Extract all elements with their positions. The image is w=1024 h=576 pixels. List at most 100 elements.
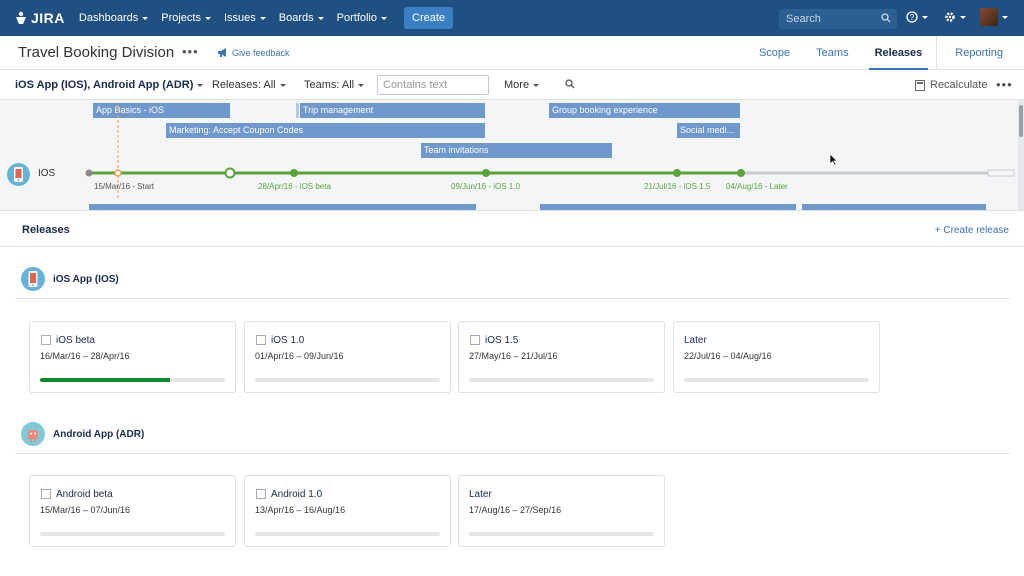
- scrollbar-thumb[interactable]: [1019, 105, 1023, 137]
- give-feedback-link[interactable]: Give feedback: [217, 47, 290, 58]
- milestone-label-start: 15/Mar/16 - Start: [94, 182, 155, 191]
- chevron-down-icon: [142, 16, 149, 20]
- jira-logo-icon: [16, 11, 26, 24]
- release-progress-bar: [469, 532, 654, 536]
- user-avatar: [980, 8, 998, 26]
- more-actions-icon[interactable]: •••: [182, 44, 199, 59]
- tab-divider: [936, 36, 938, 70]
- tab-teams[interactable]: Teams: [816, 36, 848, 70]
- timeline-bar-partial[interactable]: [802, 204, 986, 210]
- more-filter-label: More: [504, 79, 530, 91]
- project-header-android: Android App (ADR): [15, 418, 1010, 454]
- calculator-icon: [915, 79, 925, 91]
- milestone-label-ios-1-5: 21/Jul/16 - iOS 1.5: [644, 182, 711, 191]
- milestone-dot: [290, 169, 298, 177]
- project-name: iOS App (IOS): [53, 274, 119, 285]
- create-button[interactable]: Create: [404, 7, 454, 29]
- gear-icon: [945, 12, 955, 22]
- release-progress-bar: [255, 378, 440, 382]
- release-dates: 17/Aug/16 – 27/Sep/16: [469, 505, 562, 515]
- filter-search-button[interactable]: [565, 79, 575, 89]
- nav-portfolio[interactable]: Portfolio: [337, 7, 387, 29]
- jira-logo-text: JIRA: [31, 10, 65, 26]
- timeline-scrollbar[interactable]: [1018, 100, 1024, 210]
- release-progress-bar: [255, 532, 440, 536]
- releases-title: Releases: [22, 224, 70, 236]
- more-filter[interactable]: More: [504, 79, 540, 91]
- release-progress-bar: [684, 378, 869, 382]
- project-filter[interactable]: iOS App (IOS), Android App (ADR): [15, 79, 204, 91]
- milestone-label-ios-1-0: 09/Jun/16 - iOS 1.0: [451, 182, 520, 191]
- release-card[interactable]: iOS 1.0 01/Apr/16 – 09/Jun/16: [244, 321, 451, 393]
- help-menu[interactable]: ?: [906, 11, 928, 23]
- release-timeline: App Basics - iOS Trip management Group b…: [0, 100, 1024, 211]
- release-card[interactable]: iOS beta 16/Mar/16 – 28/Apr/16: [29, 321, 236, 393]
- release-name: Later: [469, 489, 492, 500]
- create-release-link[interactable]: + Create release: [935, 225, 1009, 236]
- releases-filter[interactable]: Releases: All: [212, 79, 286, 91]
- nav-issues[interactable]: Issues: [224, 7, 266, 29]
- tab-releases[interactable]: Releases: [868, 36, 929, 70]
- chevron-down-icon: [1002, 15, 1008, 19]
- timeline-bar-partial[interactable]: [540, 204, 796, 210]
- release-name: iOS 1.0: [271, 335, 305, 346]
- more-options-icon[interactable]: •••: [996, 77, 1013, 92]
- release-progress-bar: [40, 532, 225, 536]
- nav-dashboards-label: Dashboards: [78, 12, 139, 24]
- release-progress-fill: [40, 378, 170, 382]
- release-checkbox[interactable]: [41, 335, 51, 345]
- nav-issues-label: Issues: [223, 12, 256, 24]
- jira-logo[interactable]: JIRA: [14, 10, 65, 26]
- timeline-bar-partial[interactable]: [89, 204, 476, 210]
- today-dot: [114, 169, 122, 177]
- page-title: Travel Booking Division: [18, 44, 175, 61]
- release-checkbox[interactable]: [256, 489, 266, 499]
- nav-dashboards[interactable]: Dashboards: [78, 7, 149, 29]
- release-progress-bar: [469, 378, 654, 382]
- recalculate-button[interactable]: Recalculate: [915, 79, 987, 91]
- release-card[interactable]: Android 1.0 13/Apr/16 – 16/Aug/16: [244, 475, 451, 547]
- chevron-down-icon: [197, 83, 204, 87]
- recalculate-label: Recalculate: [930, 79, 988, 91]
- release-name: Android beta: [56, 489, 113, 500]
- tab-reporting[interactable]: Reporting: [955, 36, 1003, 70]
- chevron-down-icon: [259, 16, 266, 20]
- chevron-down-icon: [922, 15, 928, 19]
- mouse-cursor-icon: [829, 153, 838, 166]
- release-checkbox[interactable]: [470, 335, 480, 345]
- release-checkbox[interactable]: [41, 489, 51, 499]
- contains-text-input[interactable]: Contains text: [377, 75, 489, 95]
- profile-menu[interactable]: [966, 8, 1008, 26]
- nav-boards[interactable]: Boards: [279, 7, 324, 29]
- search-placeholder: Search: [786, 13, 821, 25]
- teams-filter[interactable]: Teams: All: [304, 79, 365, 91]
- milestone-dot: [224, 167, 236, 179]
- release-card[interactable]: Later 17/Aug/16 – 27/Sep/16: [458, 475, 665, 547]
- release-dates: 01/Apr/16 – 09/Jun/16: [255, 351, 344, 361]
- milestone-start-dot: [85, 169, 93, 177]
- milestone-dot: [482, 169, 490, 177]
- chevron-down-icon: [279, 83, 286, 87]
- help-icon: ?: [906, 11, 918, 23]
- release-card[interactable]: Later 22/Jul/16 – 04/Aug/16: [673, 321, 880, 393]
- release-name: Android 1.0: [271, 489, 323, 500]
- chevron-down-icon: [204, 16, 211, 20]
- chevron-down-icon: [317, 16, 324, 20]
- tab-scope[interactable]: Scope: [759, 36, 790, 70]
- phone-icon: [28, 271, 38, 287]
- give-feedback-label: Give feedback: [232, 47, 290, 58]
- nav-projects[interactable]: Projects: [161, 7, 211, 29]
- top-navigation: JIRA Dashboards Projects Issues Boards P…: [0, 0, 1024, 36]
- chevron-down-icon: [358, 83, 365, 87]
- release-name: iOS 1.5: [485, 335, 519, 346]
- release-card[interactable]: Android beta 15/Mar/16 – 07/Jun/16: [29, 475, 236, 547]
- search-input[interactable]: Search: [779, 9, 897, 29]
- release-checkbox[interactable]: [256, 335, 266, 345]
- chevron-down-icon: [381, 16, 387, 20]
- release-dates: 27/May/16 – 21/Jul/16: [469, 351, 558, 361]
- megaphone-icon: [218, 48, 226, 57]
- release-card[interactable]: iOS 1.5 27/May/16 – 21/Jul/16: [458, 321, 665, 393]
- settings-menu[interactable]: [944, 11, 966, 23]
- filter-bar: iOS App (IOS), Android App (ADR) Release…: [0, 70, 1024, 100]
- milestone-dot: [737, 169, 745, 177]
